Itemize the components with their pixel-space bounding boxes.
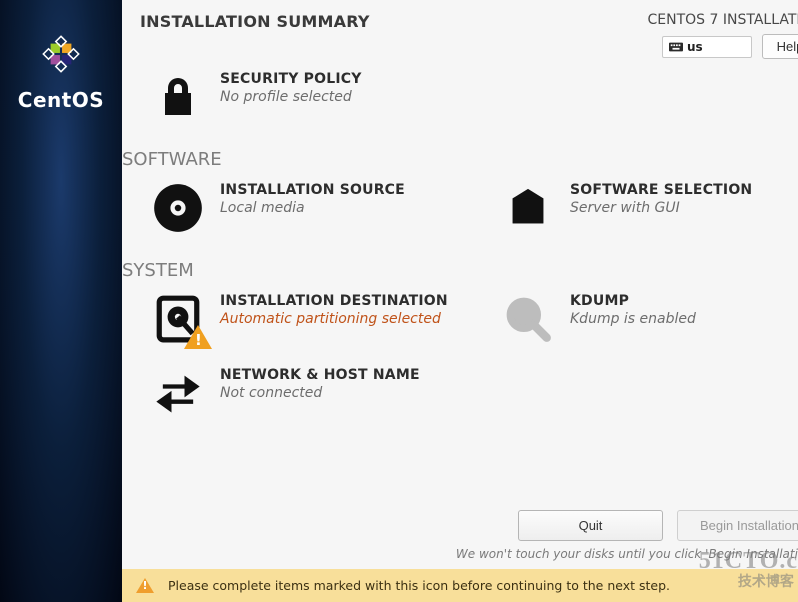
spoke-status: Not connected — [220, 385, 420, 401]
network-arrows-icon — [152, 367, 204, 419]
spoke-title: INSTALLATION SOURCE — [220, 182, 405, 198]
help-button[interactable]: Help! — [762, 34, 798, 59]
footer: Quit Begin Installation We won't touch y… — [122, 504, 798, 569]
harddisk-icon — [152, 293, 204, 345]
sidebar: CentOS — [0, 0, 122, 602]
spoke-kdump[interactable]: KDUMP Kdump is enabled — [472, 287, 798, 361]
spoke-title: SOFTWARE SELECTION — [570, 182, 752, 198]
spoke-software-selection[interactable]: SOFTWARE SELECTION Server with GUI — [472, 176, 798, 250]
page-subtitle: CENTOS 7 INSTALLATION — [648, 12, 798, 28]
warning-text: Please complete items marked with this i… — [168, 578, 670, 593]
product-name: CentOS — [18, 88, 104, 112]
keyboard-layout-label: us — [687, 40, 703, 54]
warning-bar: Please complete items marked with this i… — [122, 569, 798, 602]
begin-installation-button[interactable]: Begin Installation — [677, 510, 798, 541]
section-label-system: SYSTEM — [122, 250, 798, 287]
lock-icon — [152, 71, 204, 123]
spoke-title: KDUMP — [570, 293, 696, 309]
page-title: INSTALLATION SUMMARY — [140, 12, 370, 59]
footer-note: We won't touch your disks until you clic… — [122, 547, 798, 561]
spoke-title: NETWORK & HOST NAME — [220, 367, 420, 383]
quit-button[interactable]: Quit — [518, 510, 663, 541]
spoke-title: INSTALLATION DESTINATION — [220, 293, 448, 309]
section-label-software: SOFTWARE — [122, 139, 798, 176]
spoke-security-policy[interactable]: SECURITY POLICY No profile selected — [122, 65, 472, 139]
spoke-status: Automatic partitioning selected — [220, 311, 448, 327]
magnifier-icon — [502, 293, 554, 345]
main-panel: INSTALLATION SUMMARY CENTOS 7 INSTALLATI… — [122, 0, 798, 602]
warning-icon — [184, 325, 212, 349]
header: INSTALLATION SUMMARY CENTOS 7 INSTALLATI… — [122, 0, 798, 59]
keyboard-layout-selector[interactable]: us — [662, 36, 752, 58]
keyboard-icon — [669, 42, 683, 52]
header-right: CENTOS 7 INSTALLATION us Help! — [648, 12, 798, 59]
spoke-title: SECURITY POLICY — [220, 71, 362, 87]
spoke-status: Server with GUI — [570, 200, 752, 216]
spoke-installation-destination[interactable]: INSTALLATION DESTINATION Automatic parti… — [122, 287, 472, 361]
disc-icon — [152, 182, 204, 234]
package-icon — [502, 182, 554, 234]
spoke-status: No profile selected — [220, 89, 362, 105]
centos-logo-icon — [35, 28, 87, 80]
spoke-installation-source[interactable]: INSTALLATION SOURCE Local media — [122, 176, 472, 250]
spoke-status: Kdump is enabled — [570, 311, 696, 327]
spoke-status: Local media — [220, 200, 405, 216]
spoke-network[interactable]: NETWORK & HOST NAME Not connected — [122, 361, 472, 435]
warning-icon — [136, 578, 154, 593]
content: SECURITY POLICY No profile selected SOFT… — [122, 59, 798, 504]
